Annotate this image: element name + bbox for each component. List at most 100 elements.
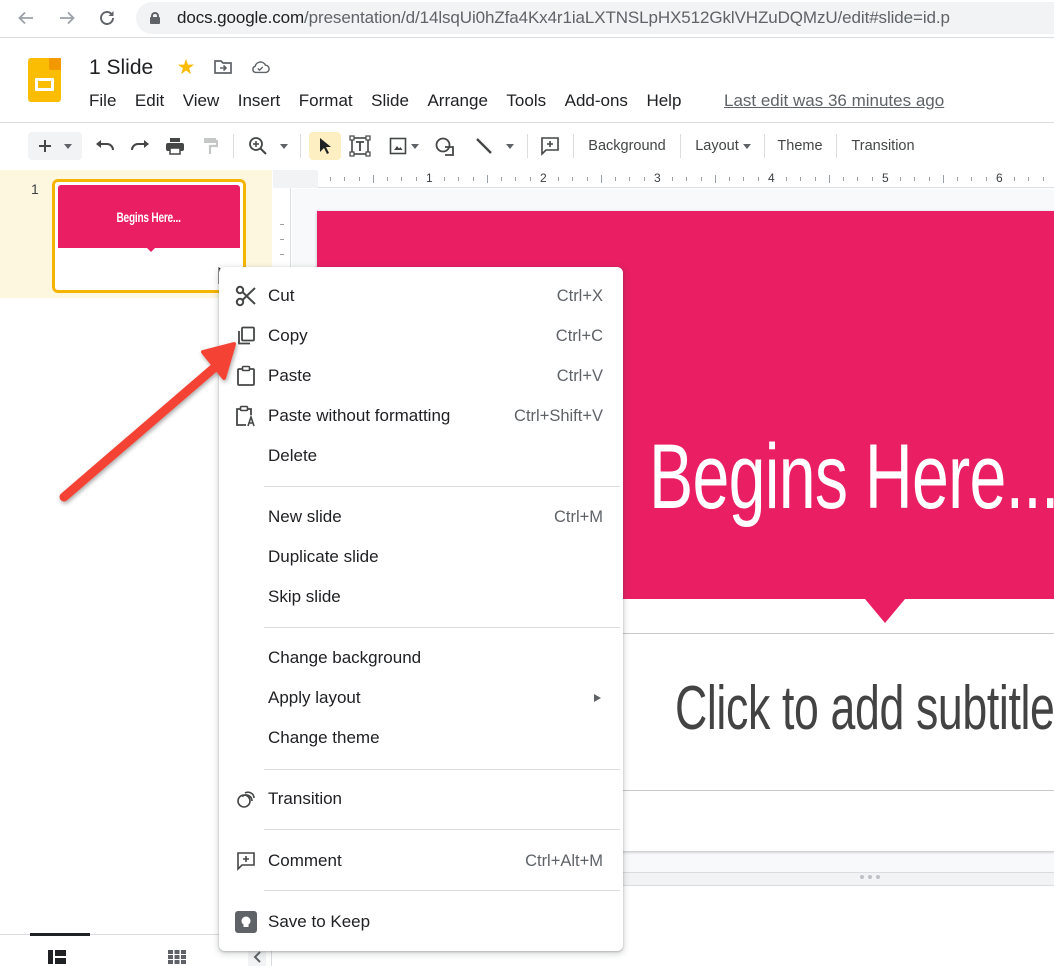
- menu-label: New slide: [268, 507, 342, 526]
- filmstrip-view-button[interactable]: [48, 950, 66, 966]
- ruler-tick: [729, 177, 730, 181]
- zoom-button[interactable]: [243, 132, 293, 160]
- add-comment-button[interactable]: [536, 132, 564, 160]
- menu-item-comment[interactable]: Comment Ctrl+Alt+M: [219, 844, 623, 878]
- menu-item-delete[interactable]: Delete: [219, 439, 623, 473]
- redo-button[interactable]: [127, 132, 153, 160]
- menu-item-change-background[interactable]: Change background: [219, 641, 623, 675]
- ruler-label: 3: [654, 171, 661, 185]
- ruler-tick: [1014, 177, 1015, 181]
- slide-subtitle-placeholder[interactable]: Click to add subtitle: [675, 673, 1054, 744]
- menu-item-cut[interactable]: Cut Ctrl+X: [219, 279, 623, 313]
- layout-button[interactable]: Layout: [688, 132, 758, 160]
- insert-image-button[interactable]: [383, 132, 425, 160]
- paint-roller-icon: [204, 138, 218, 154]
- ruler-tick: [914, 177, 916, 181]
- text-box-button[interactable]: [346, 132, 374, 160]
- menu-item-copy[interactable]: Copy Ctrl+C: [219, 319, 623, 353]
- zoom-in-icon: [249, 137, 267, 155]
- menu-help[interactable]: Help: [646, 91, 681, 111]
- reload-button[interactable]: [95, 6, 119, 30]
- transition-button[interactable]: Transition: [843, 132, 923, 160]
- menu-item-paste[interactable]: Paste Ctrl+V: [219, 359, 623, 393]
- menu-addons[interactable]: Add-ons: [565, 91, 628, 111]
- menu-label: Save to Keep: [268, 912, 371, 931]
- ruler-tick: [572, 177, 574, 181]
- menu-item-duplicate-slide[interactable]: Duplicate slide: [219, 540, 623, 574]
- slide-thumbnail[interactable]: Begins Here...: [52, 179, 246, 293]
- grid-view-button[interactable]: [168, 950, 186, 966]
- menu-slide[interactable]: Slide: [371, 91, 409, 111]
- context-menu: Cut Ctrl+X Copy Ctrl+C Paste Ctrl+V Past…: [219, 267, 623, 951]
- drag-handle-icon[interactable]: [860, 875, 880, 879]
- printer-icon: [166, 138, 184, 155]
- menu-shortcut: Ctrl+C: [555, 326, 603, 345]
- menu-edit[interactable]: Edit: [135, 91, 164, 111]
- menu-item-skip-slide[interactable]: Skip slide: [219, 580, 623, 614]
- slide-title[interactable]: Begins Here...: [649, 425, 1054, 530]
- keep-icon: [234, 910, 258, 934]
- horizontal-ruler[interactable]: 1 2 3 4 5 6: [318, 170, 1054, 188]
- address-bar[interactable]: docs.google.com/presentation/d/14lsqUi0h…: [136, 2, 1054, 34]
- ruler-tick: [458, 177, 460, 181]
- menu-arrange[interactable]: Arrange: [427, 91, 487, 111]
- arrow-right-icon: [60, 11, 75, 25]
- browser-toolbar: docs.google.com/presentation/d/14lsqUi0h…: [0, 0, 1054, 38]
- move-to-folder-icon[interactable]: [213, 57, 233, 77]
- menu-view[interactable]: View: [183, 91, 220, 111]
- transition-icon: [234, 787, 258, 811]
- new-slide-button[interactable]: [28, 132, 82, 160]
- active-view-indicator: [30, 933, 90, 936]
- forward-button[interactable]: [55, 6, 79, 30]
- theme-button[interactable]: Theme: [771, 132, 829, 160]
- ruler-label: 5: [882, 171, 889, 185]
- menu-label: Duplicate slide: [268, 547, 379, 566]
- menu-format[interactable]: Format: [299, 91, 353, 111]
- menu-label: Paste without formatting: [268, 406, 451, 425]
- menu-file[interactable]: File: [89, 91, 116, 111]
- last-edit-link[interactable]: Last edit was 36 minutes ago: [724, 91, 944, 111]
- ruler-tick: [800, 177, 802, 181]
- cloud-saved-icon[interactable]: [250, 57, 270, 77]
- ruler-tick: [444, 177, 445, 181]
- ruler-tick: [942, 175, 944, 183]
- filmstrip-view-icon: [48, 950, 66, 964]
- star-icon[interactable]: ★: [176, 56, 196, 79]
- menu-item-save-to-keep[interactable]: Save to Keep: [219, 905, 623, 939]
- layout-label: Layout: [695, 138, 739, 154]
- back-button[interactable]: [14, 6, 38, 30]
- ruler-tick: [629, 177, 631, 181]
- menu-item-transition[interactable]: Transition: [219, 782, 623, 816]
- ruler-tick: [828, 175, 830, 183]
- menu-item-apply-layout[interactable]: Apply layout: [219, 681, 623, 715]
- shape-button[interactable]: [431, 132, 459, 160]
- ruler-label: 4: [768, 171, 775, 185]
- banner-pointer: [865, 599, 905, 623]
- add-comment-icon: [234, 849, 258, 873]
- menu-label: Cut: [268, 286, 295, 305]
- menu-divider: [264, 769, 620, 770]
- menu-shortcut: Ctrl+Shift+V: [514, 406, 603, 425]
- select-tool-button[interactable]: [309, 132, 341, 160]
- menu-insert[interactable]: Insert: [238, 91, 281, 111]
- line-icon: [476, 138, 492, 154]
- paint-format-button[interactable]: [198, 132, 222, 160]
- menu-item-paste-without-formatting[interactable]: Paste without formatting Ctrl+Shift+V: [219, 399, 623, 433]
- ruler-tick: [957, 177, 958, 181]
- chevron-down-icon: [64, 143, 72, 149]
- menu-item-change-theme[interactable]: Change theme: [219, 721, 623, 755]
- background-button[interactable]: Background: [580, 132, 674, 160]
- document-title[interactable]: 1 Slide: [89, 56, 153, 80]
- slides-logo[interactable]: [28, 58, 61, 102]
- menu-tools[interactable]: Tools: [506, 91, 546, 111]
- ruler-tick: [529, 177, 531, 181]
- undo-button[interactable]: [92, 132, 118, 160]
- menu-divider: [264, 486, 620, 487]
- chevron-down-icon: [411, 143, 419, 149]
- ruler-corner: [273, 170, 318, 188]
- menu-item-new-slide[interactable]: New slide Ctrl+M: [219, 500, 623, 534]
- line-button[interactable]: [468, 132, 520, 160]
- ruler-tick: [344, 177, 346, 181]
- ruler-tick: [672, 177, 673, 181]
- print-button[interactable]: [162, 132, 188, 160]
